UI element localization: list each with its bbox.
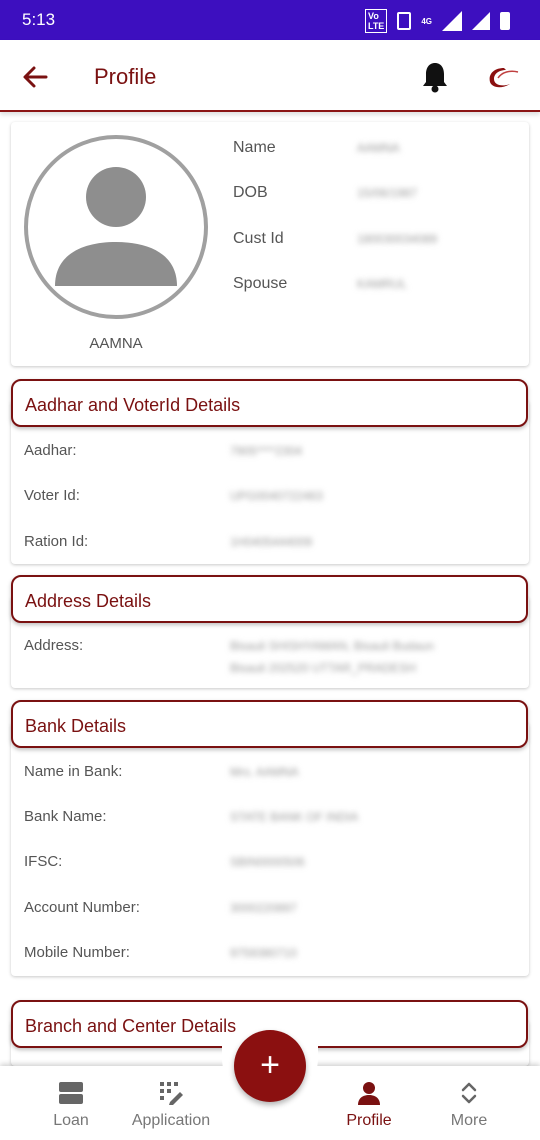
- bell-icon[interactable]: [420, 60, 450, 94]
- back-arrow-icon[interactable]: [20, 62, 50, 92]
- avatar-icon: [24, 135, 208, 319]
- expand-icon: [461, 1082, 477, 1104]
- app-bar: Profile: [0, 40, 540, 112]
- volte-icon: Vo LTE: [364, 9, 388, 33]
- loan-icon: [59, 1082, 83, 1104]
- spouse-value: KAMRUL: [357, 277, 408, 291]
- battery-icon: [500, 12, 510, 30]
- ration-id-label: Ration Id:: [24, 533, 89, 550]
- cust-id-value: 180030034089: [357, 232, 438, 246]
- voter-id-value: UPG0040722463: [230, 489, 323, 503]
- account-number-label: Account Number:: [24, 899, 140, 916]
- voter-id-label: Voter Id:: [24, 487, 80, 504]
- ifsc-label: IFSC:: [24, 853, 63, 870]
- name-in-bank-label: Name in Bank:: [24, 763, 123, 780]
- address-value-line2: Bisauli 202520 UTTAR_PRADESH: [230, 661, 416, 675]
- customer-name: AAMNA: [89, 335, 143, 352]
- nav-application-label: Application: [131, 1112, 211, 1129]
- signal-icon-2: [472, 12, 490, 30]
- profile-card: AAMNA Name AAMNA DOB 15/06/1987 Cust Id …: [11, 122, 529, 366]
- ration-id-value: 1H0405444009: [230, 535, 313, 549]
- bank-name-label: Bank Name:: [24, 808, 107, 825]
- spouse-label: Spouse: [233, 275, 288, 292]
- add-fab-button[interactable]: +: [234, 1030, 306, 1102]
- nav-more[interactable]: More: [416, 1066, 522, 1140]
- name-label: Name: [233, 139, 276, 156]
- ifsc-value: SBIN0000506: [230, 855, 305, 869]
- name-in-bank-value: Mrs. AAMNA: [230, 765, 299, 779]
- aadhar-label: Aadhar:: [24, 442, 77, 459]
- status-time: 5:13: [22, 10, 56, 29]
- nav-loan[interactable]: Loan: [18, 1066, 124, 1140]
- nav-application[interactable]: Application: [118, 1066, 224, 1140]
- nav-profile[interactable]: Profile: [316, 1066, 422, 1140]
- person-icon: [358, 1082, 380, 1105]
- cust-id-label: Cust Id: [233, 230, 284, 247]
- aadhar-section-header[interactable]: Aadhar and VoterId Details: [11, 379, 528, 427]
- nav-more-label: More: [450, 1112, 488, 1129]
- account-number-value: 3000220897: [230, 901, 297, 915]
- mobile-number-value: 9759380710: [230, 946, 297, 960]
- status-icons: Vo LTE 4G: [364, 9, 510, 33]
- vibrate-icon: [397, 12, 412, 30]
- page-title: Profile: [94, 64, 157, 89]
- bank-card: [11, 722, 529, 976]
- company-logo: [489, 68, 519, 88]
- mobile-number-label: Mobile Number:: [24, 944, 130, 961]
- dob-value: 15/06/1987: [357, 186, 418, 200]
- address-value-line1: Bisauli SHISHYAMAN, Bisauli Budaun: [230, 639, 434, 653]
- bank-section-header[interactable]: Bank Details: [11, 700, 528, 748]
- address-section-header[interactable]: Address Details: [11, 575, 528, 623]
- application-icon: [160, 1082, 183, 1105]
- bank-name-value: STATE BANK OF INDIA: [230, 810, 359, 824]
- address-label: Address:: [24, 637, 84, 654]
- signal-icon: [442, 11, 462, 31]
- network-type: 4G: [421, 16, 432, 26]
- status-bar: 5:13 Vo LTE 4G: [0, 0, 540, 40]
- nav-loan-label: Loan: [53, 1112, 89, 1129]
- name-value: AAMNA: [357, 141, 400, 155]
- dob-label: DOB: [233, 184, 268, 201]
- aadhar-value: 7905****2304: [230, 444, 303, 458]
- nav-profile-label: Profile: [346, 1112, 392, 1129]
